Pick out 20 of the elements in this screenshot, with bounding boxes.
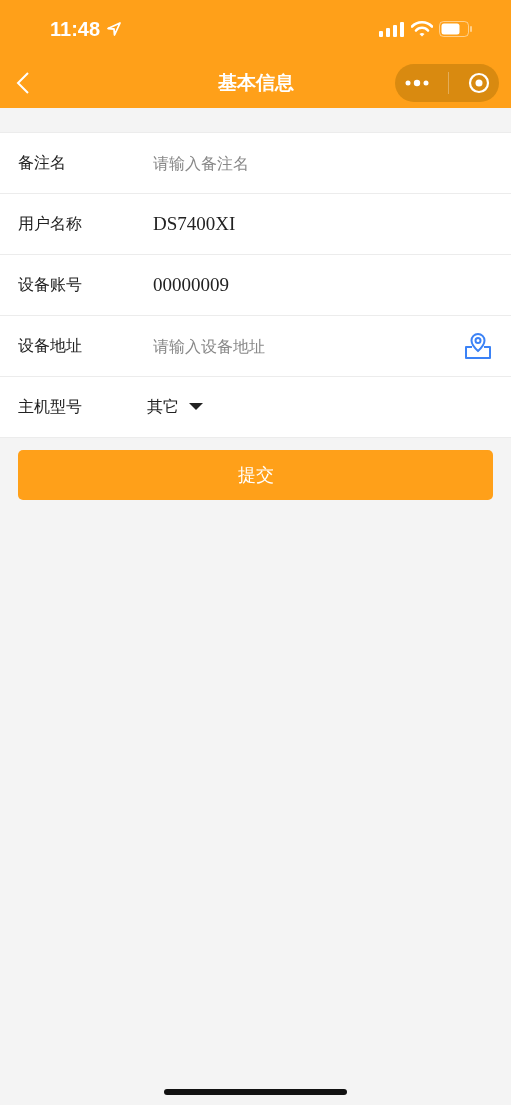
caret-icon bbox=[189, 403, 203, 411]
input-field[interactable]: 请输入设备地址 bbox=[153, 336, 463, 356]
location-pin-icon[interactable] bbox=[463, 331, 493, 361]
model-dropdown[interactable]: 其它 bbox=[147, 396, 203, 418]
field-label: 主机型号 bbox=[18, 396, 83, 418]
wifi-icon bbox=[411, 21, 433, 37]
field-label: 设备账号 bbox=[18, 274, 83, 296]
close-target-icon[interactable] bbox=[467, 72, 490, 94]
more-icon[interactable] bbox=[404, 79, 429, 87]
field-label: 用户名称 bbox=[18, 213, 83, 235]
field-label: 设备地址 bbox=[18, 335, 83, 357]
battery-icon bbox=[439, 21, 473, 37]
input-field[interactable]: DS7400XI bbox=[153, 213, 493, 235]
field-label: 备注名 bbox=[18, 152, 67, 174]
page-title: 基本信息 bbox=[217, 70, 294, 95]
input-field[interactable]: 00000009 bbox=[153, 274, 493, 296]
signal-icon bbox=[379, 21, 405, 37]
input-field[interactable]: 请输入备注名 bbox=[153, 153, 493, 173]
location-arrow-icon bbox=[106, 21, 123, 37]
status-time: 11:48 bbox=[50, 17, 101, 41]
